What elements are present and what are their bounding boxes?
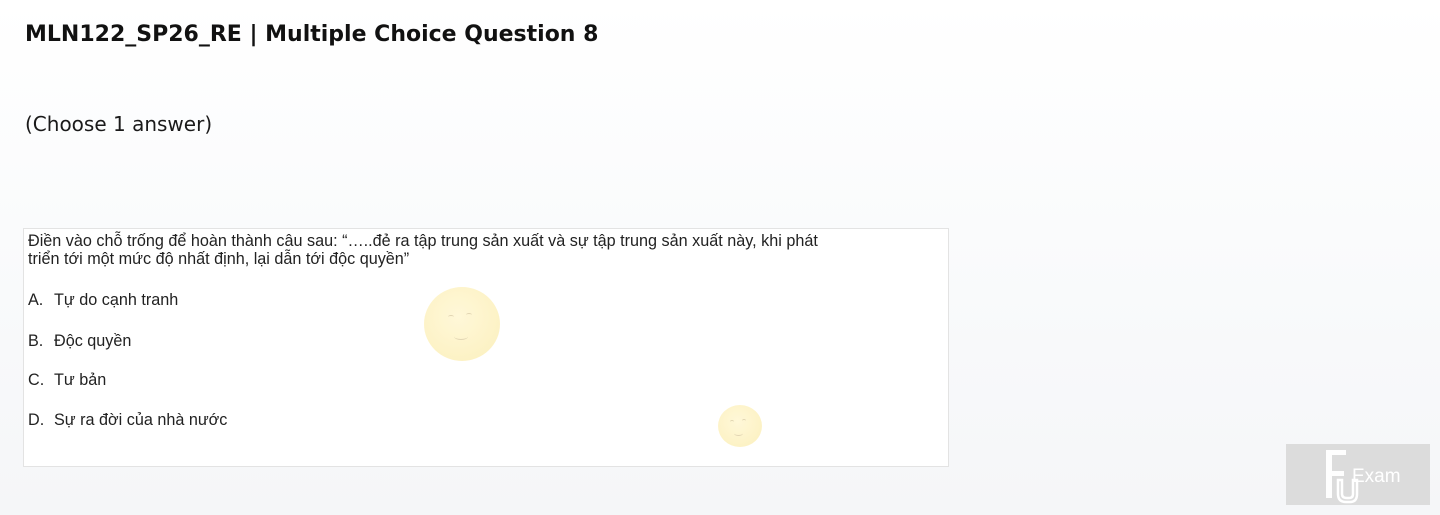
option-letter: B. bbox=[28, 332, 44, 350]
question-image: Điền vào chỗ trống để hoàn thành câu sau… bbox=[23, 228, 949, 467]
option-text: Sự ra đời của nhà nước bbox=[54, 411, 228, 429]
answer-instruction: (Choose 1 answer) bbox=[25, 112, 213, 136]
question-text-line-1: Điền vào chỗ trống để hoàn thành câu sau… bbox=[28, 232, 818, 250]
option-letter: A. bbox=[28, 291, 44, 309]
page-title: MLN122_SP26_RE | Multiple Choice Questio… bbox=[25, 22, 599, 47]
watermark-face-icon bbox=[718, 405, 762, 447]
answer-option-c[interactable]: C. Tư bản bbox=[28, 370, 106, 390]
option-text: Tư bản bbox=[54, 371, 107, 389]
svg-text:Exam: Exam bbox=[1352, 466, 1401, 487]
option-text: Tự do cạnh tranh bbox=[54, 291, 179, 309]
option-letter: D. bbox=[28, 411, 45, 429]
fu-exam-logo: Exam bbox=[1286, 444, 1430, 505]
question-text: Điền vào chỗ trống để hoàn thành câu sau… bbox=[28, 232, 908, 268]
option-text: Độc quyền bbox=[54, 332, 132, 350]
fu-exam-logo-icon: Exam bbox=[1326, 450, 1401, 504]
answer-option-a[interactable]: A. Tự do cạnh tranh bbox=[28, 290, 178, 310]
answer-option-b[interactable]: B. Độc quyền bbox=[28, 331, 131, 351]
answer-option-d[interactable]: D. Sự ra đời của nhà nước bbox=[28, 410, 227, 430]
option-letter: C. bbox=[28, 371, 45, 389]
watermark-face-icon bbox=[424, 287, 500, 361]
question-text-line-2: triển tới một mức độ nhất định, lại dẫn … bbox=[28, 250, 410, 268]
